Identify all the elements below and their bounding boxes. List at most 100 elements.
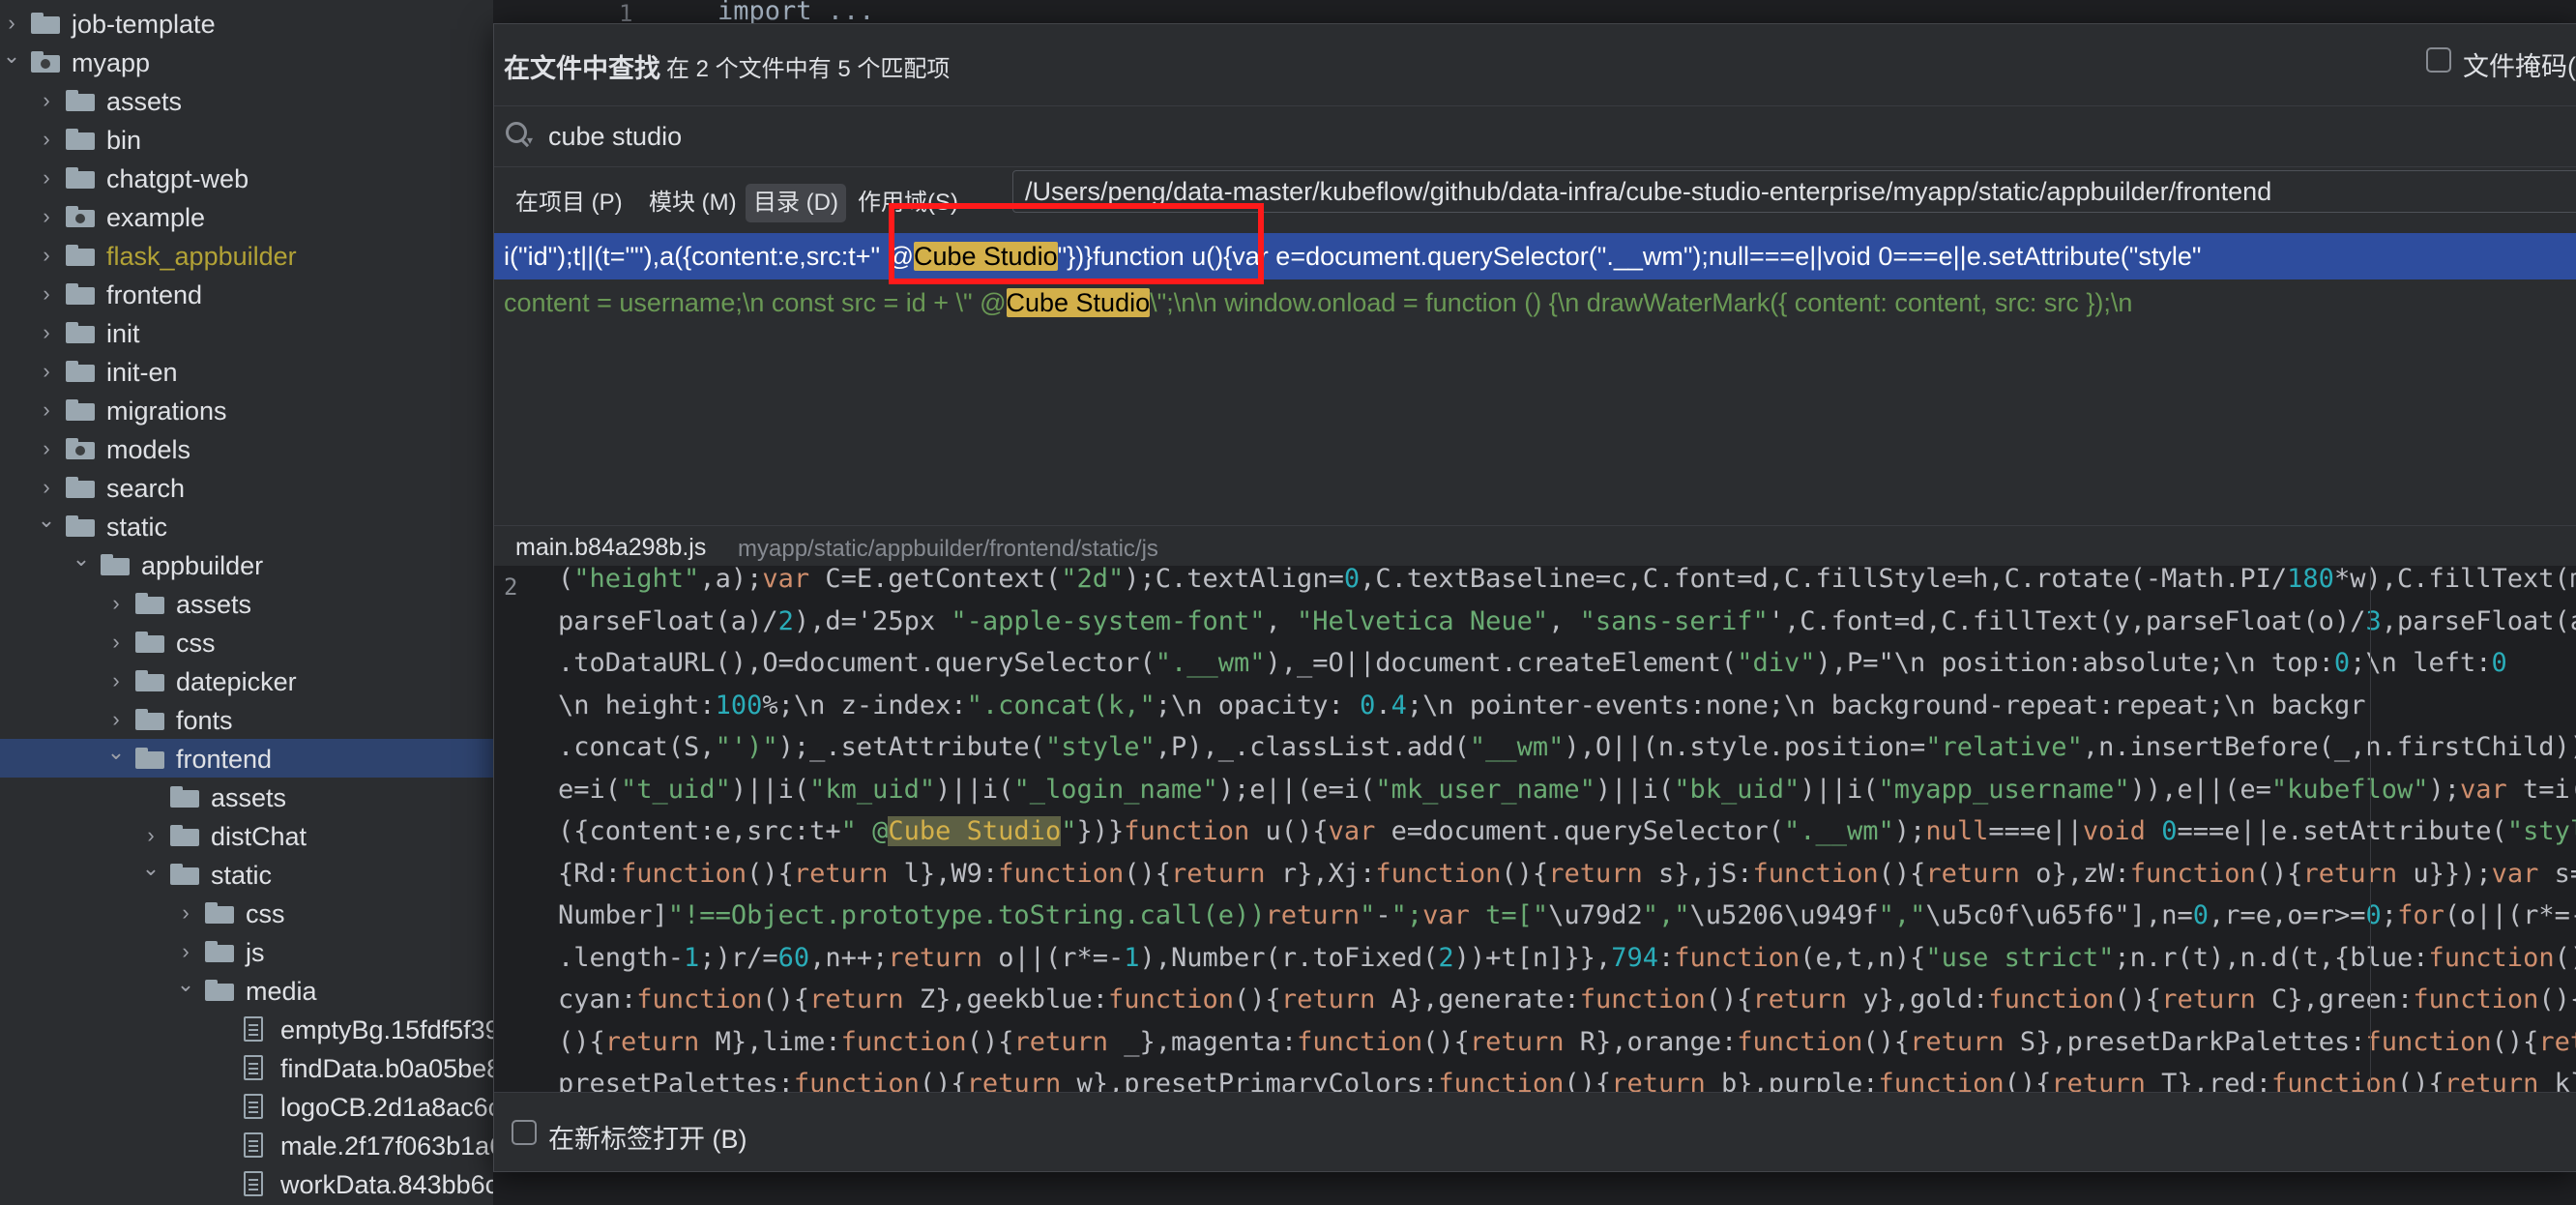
tree-item-label: frontend [176,745,273,774]
tree-item-label: migrations [106,397,227,426]
tree-item-label: static [211,861,273,890]
result-text-before: i("id");t||(t=""),a({content:e,src:t+" @ [504,242,914,271]
code-line: presetPalettes:function(){return w},pres… [558,1069,2576,1092]
file-mask-checkbox[interactable] [2426,47,2451,73]
file-icon [244,1094,263,1119]
search-icon[interactable]: ▾ [506,122,533,148]
search-result-row[interactable]: i("id");t||(t=""),a({content:e,src:t+" @… [494,233,2576,279]
chevron-right-icon[interactable]: › [106,709,126,730]
code-line: \n height:100%;\n z-index:".concat(k,";\… [558,690,2366,720]
tree-item[interactable]: workData.843bb6c11aef95 [0,1164,493,1203]
project-tree[interactable]: › job-template ⌄ myapp › assets › bin › chatgpt-w… [0,0,493,1205]
code-line: (){return M},lime:function(){return _},m… [558,1026,2576,1057]
tree-item-label: chatgpt-web [106,164,249,193]
dialog-header[interactable]: 在文件中查找 在 2 个文件中有 5 个匹配项 文件掩码( [494,24,2576,105]
tree-item[interactable]: › search [0,468,493,507]
match-count-text: 在 2 个文件中有 5 个匹配项 [666,56,951,82]
folder-icon [205,941,234,962]
tree-item[interactable]: ⌄ static [0,855,493,894]
tree-item[interactable]: ⌄ myapp [0,43,493,81]
tree-item[interactable]: › assets [0,584,493,623]
tree-item-label: datepicker [176,667,297,696]
chevron-right-icon[interactable]: › [37,206,56,227]
result-text-before: content = username;\n const src = id + \… [504,288,1007,317]
chevron-down-icon[interactable]: ⌄ [72,548,91,570]
open-new-tab-checkbox[interactable] [512,1120,537,1145]
chevron-right-icon[interactable]: › [106,632,126,653]
search-result-row[interactable]: content = username;\n const src = id + \… [494,279,2576,326]
chevron-right-icon[interactable]: › [106,670,126,691]
tree-item[interactable]: findData.b0a05be8 [0,1048,493,1087]
chevron-right-icon[interactable]: › [37,399,56,421]
chevron-right-icon[interactable]: › [37,167,56,189]
tree-item[interactable]: › migrations [0,391,493,429]
chevron-right-icon[interactable]: › [37,245,56,266]
tree-item[interactable]: ⌄ frontend [0,739,493,778]
chevron-down-icon[interactable]: ⌄ [176,974,195,995]
chevron-right-icon[interactable]: › [2,13,21,34]
chevron-right-icon[interactable]: › [106,593,126,614]
tree-item[interactable]: › job-template [0,4,493,43]
tree-item-label: init [106,319,140,348]
tree-item[interactable]: emptyBg.15fdf5f39 [0,1010,493,1048]
scope-module-button[interactable]: 模块 (M) [641,184,745,222]
tree-item[interactable]: › css [0,894,493,932]
folder-icon [170,825,199,846]
chevron-down-icon[interactable]: ⌄ [106,742,126,763]
tree-item[interactable]: › fonts [0,700,493,739]
tree-item[interactable]: › js [0,932,493,971]
tree-item[interactable]: ⌄ static [0,507,493,545]
chevron-right-icon[interactable]: › [37,129,56,150]
chevron-right-icon[interactable]: › [176,902,195,924]
folder-icon [135,748,164,769]
chevron-right-icon[interactable]: › [176,941,195,962]
tree-item[interactable]: › example [0,197,493,236]
folder-icon [66,245,95,266]
tree-item[interactable]: › init-en [0,352,493,391]
file-mask-label: 文件掩码( [2463,52,2576,81]
tree-item-label: bin [106,126,142,155]
chevron-right-icon[interactable]: › [37,90,56,111]
scope-directory-button[interactable]: 目录 (D) [746,184,846,222]
tree-item-label: assets [176,590,252,619]
code-preview[interactable]: 2 ("height",a);var C=E.getContext("2d");… [494,566,2576,1092]
code-line: .concat(S,"')");_.setAttribute("style",P… [558,732,2576,762]
file-icon [244,1171,263,1196]
tree-item[interactable]: › models [0,429,493,468]
tree-item[interactable]: › init [0,313,493,352]
tree-item[interactable]: › assets [0,81,493,120]
tree-item[interactable]: › flask_appbuilder [0,236,493,275]
tree-item[interactable]: ⌄ media [0,971,493,1010]
editor-first-line: import ... [717,0,875,26]
tree-item[interactable]: › bin [0,120,493,159]
search-input[interactable] [546,116,2001,157]
chevron-down-icon[interactable]: ⌄ [37,510,56,531]
preview-file-path: myapp/static/appbuilder/frontend/static/… [738,536,1158,562]
tree-item[interactable]: › css [0,623,493,661]
chevron-down-icon[interactable]: ⌄ [141,858,161,879]
results-list: i("id");t||(t=""),a({content:e,src:t+" @… [494,231,2576,521]
tree-item[interactable]: ⌄ appbuilder [0,545,493,584]
chevron-right-icon[interactable]: › [37,361,56,382]
open-new-tab-label: 在新标签打开 (B) [548,1125,747,1154]
tree-item[interactable]: › distChat [0,816,493,855]
folder-icon [66,477,95,498]
folder-icon [66,90,95,111]
chevron-right-icon[interactable]: › [37,477,56,498]
folder-icon [170,786,199,808]
tree-item-label: findData.b0a05be8 [280,1054,493,1083]
code-line: ({content:e,src:t+" @Cube Studio"})}func… [558,816,2576,846]
chevron-right-icon[interactable]: › [37,322,56,343]
tree-item[interactable]: › datepicker [0,661,493,700]
chevron-down-icon[interactable]: ⌄ [2,45,21,67]
chevron-right-icon[interactable]: › [37,283,56,305]
tree-item[interactable]: › chatgpt-web [0,159,493,197]
tree-item[interactable]: assets [0,778,493,816]
tree-item-label: models [106,435,191,464]
tree-item[interactable]: › frontend [0,275,493,313]
tree-item[interactable]: logoCB.2d1a8ac6c [0,1087,493,1126]
chevron-right-icon[interactable]: › [37,438,56,459]
scope-project-button[interactable]: 在项目 (P) [508,184,630,222]
chevron-right-icon[interactable]: › [141,825,161,846]
tree-item[interactable]: male.2f17f063b1a6 [0,1126,493,1164]
